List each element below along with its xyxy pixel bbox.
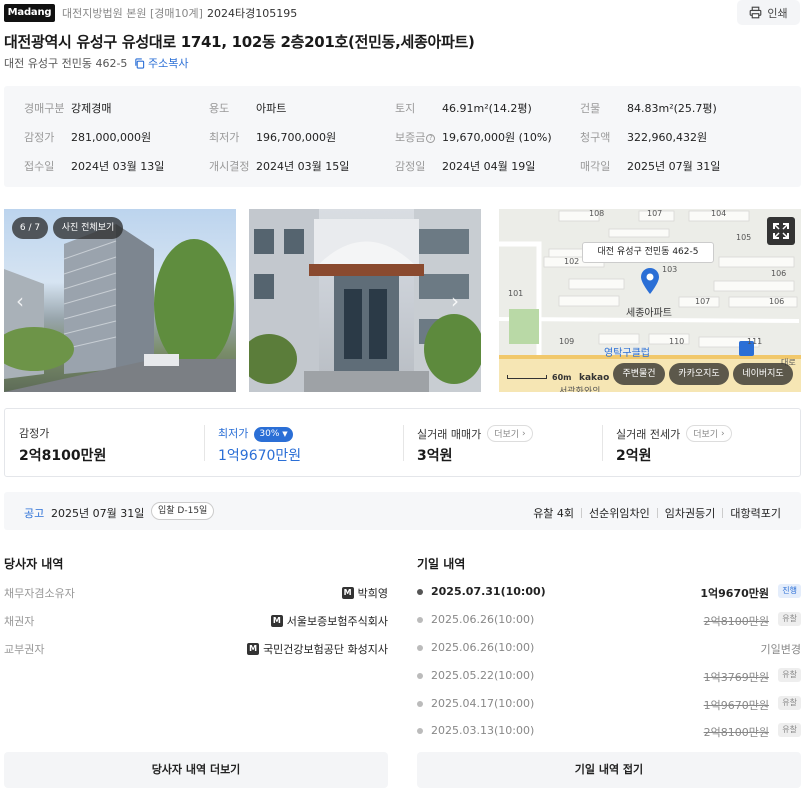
notice-bar: 공고 2025년 07월 31일 입찰 D-15일 유찰 4회 선순위임차인 임… xyxy=(4,492,801,530)
page-title: 대전광역시 유성구 유성대로 1741, 102동 2층201호(전민동,세종아… xyxy=(4,33,475,51)
price-sale: 실거래 매매가 더보기 › 3억원 xyxy=(403,409,602,476)
info-usage: 용도 아파트 xyxy=(209,102,287,115)
kakao-map-button[interactable]: 카카오지도 xyxy=(669,363,729,385)
tag-waiver: 대항력포기 xyxy=(730,507,781,520)
info-filed: 접수일 2024년 03월 13일 xyxy=(24,160,165,173)
map-label: 102 xyxy=(564,257,580,266)
case-info-panel: 경매구분 강제경매 용도 아파트 토지 46.91m²(14.2평) 건물 84.83m… xyxy=(4,86,801,187)
map-label: 107 xyxy=(695,297,711,306)
member-badge: M xyxy=(247,643,260,655)
case-number: 2024타경105195 xyxy=(207,7,298,20)
notice-date: 2025년 07월 31일 xyxy=(51,507,145,520)
history-row: 2025.03.13(10:00) 2억8100만원 유찰 xyxy=(417,723,801,739)
map-label: 109 xyxy=(559,337,575,346)
map-provider: kakao xyxy=(579,373,610,383)
location-map[interactable]: 대전 유성구 전민동 462-5 세종아파트 영탁구클럽 서광화와의 108 1… xyxy=(499,209,801,392)
status-badge: 진행 xyxy=(778,584,801,598)
map-scale-label: 60m xyxy=(552,373,572,382)
map-label: 103 xyxy=(662,265,678,274)
info-minimum: 최저가 196,700,000원 xyxy=(209,131,337,144)
status-badge: 유찰 xyxy=(778,723,801,737)
parties-title: 당사자 내역 xyxy=(4,557,64,571)
discount-badge: 30% ▼ xyxy=(254,426,293,442)
info-claim: 청구액 322,960,432원 xyxy=(580,131,708,144)
brand-logo[interactable]: Madang xyxy=(4,4,55,22)
copy-address-label: 주소복사 xyxy=(148,57,189,70)
info-deposit: 보증금? 19,670,000원 (10%) xyxy=(395,131,552,144)
court-name: 대전지방법원 본원 [경매10계] xyxy=(62,7,203,20)
map-callout: 대전 유성구 전민동 462-5 xyxy=(582,242,714,263)
property-photo-2[interactable]: › xyxy=(249,209,481,392)
history-collapse-button[interactable]: 기일 내역 접기 xyxy=(417,752,801,788)
info-auction-type: 경매구분 강제경매 xyxy=(24,102,112,115)
member-badge: M xyxy=(341,587,354,599)
map-label: 107 xyxy=(647,209,663,218)
lease-more-button[interactable]: 더보기 › xyxy=(686,425,732,442)
parties-more-button[interactable]: 당사자 내역 더보기 xyxy=(4,752,388,788)
photo-counter: 6 / 7 xyxy=(12,217,48,239)
price-minimum: 최저가 30% ▼ 1억9670만원 xyxy=(218,426,302,464)
location-pin-icon[interactable] xyxy=(639,267,661,295)
next-photo-icon[interactable]: › xyxy=(451,289,459,313)
history-row: 2025.05.22(10:00) 1억3769만원 유찰 xyxy=(417,668,801,684)
chevron-right-icon: › xyxy=(720,428,725,439)
status-badge: 유찰 xyxy=(778,696,801,710)
member-badge: M xyxy=(270,615,283,627)
history-row: 2025.07.31(10:00) 1억9670만원 진행 xyxy=(417,584,801,600)
notice-label: 공고 xyxy=(24,507,45,520)
map-label: 104 xyxy=(711,209,727,218)
info-appraisal: 감정가 281,000,000원 xyxy=(24,131,152,144)
history-row: 2025.06.26(10:00) 2억8100만원 유찰 xyxy=(417,612,801,628)
info-sale-date: 매각일 2025년 07월 31일 xyxy=(580,160,721,173)
case-tags: 유찰 4회 선순위임차인 임차권등기 대항력포기 xyxy=(533,505,781,521)
history-row: 2025.06.26(10:00) 기일변경 xyxy=(417,641,801,656)
info-appraisal-date: 감정일 2024년 04월 19일 xyxy=(395,160,536,173)
history-title: 기일 내역 xyxy=(417,557,466,571)
nearby-items-button[interactable]: 주변물건 xyxy=(613,363,665,385)
tag-senior-tenant: 선순위임차인 xyxy=(589,507,650,520)
info-land: 토지 46.91m²(14.2평) xyxy=(395,102,532,115)
map-label: 106 xyxy=(769,297,785,306)
map-label: 108 xyxy=(589,209,605,218)
fullscreen-icon[interactable] xyxy=(767,217,795,245)
map-label: 105 xyxy=(736,233,752,242)
prev-photo-icon[interactable]: ‹ xyxy=(16,289,24,313)
map-label: 111 xyxy=(747,337,763,346)
property-photo-1[interactable]: 6 / 7 사진 전체보기 ‹ xyxy=(4,209,236,392)
chevron-down-icon: ▼ xyxy=(282,430,288,438)
printer-icon xyxy=(750,6,762,19)
info-building: 건물 84.83m²(25.7평) xyxy=(580,102,717,115)
map-poi-2: 서광화와의 xyxy=(559,387,601,392)
dday-badge: 입찰 D-15일 xyxy=(151,502,215,520)
status-badge: 유찰 xyxy=(778,668,801,682)
copy-icon xyxy=(135,57,145,69)
photo-2-illustration xyxy=(249,209,481,392)
view-all-photos-button[interactable]: 사진 전체보기 xyxy=(53,217,123,239)
copy-address-button[interactable]: 주소복사 xyxy=(134,55,188,71)
info-commence: 개시결정 2024년 03월 15일 xyxy=(209,160,350,173)
map-label: 106 xyxy=(771,269,787,278)
lot-address: 대전 유성구 전민동 462-5 xyxy=(4,57,128,70)
map-poi: 영탁구클럽 xyxy=(604,348,650,359)
naver-map-button[interactable]: 네이버지도 xyxy=(733,363,793,385)
map-label: 110 xyxy=(669,337,685,346)
price-appraisal: 감정가 2억8100만원 xyxy=(19,427,107,464)
history-row: 2025.04.17(10:00) 1억9670만원 유찰 xyxy=(417,696,801,712)
map-scale-bar xyxy=(507,375,547,379)
price-lease: 실거래 전세가 더보기 › 2억원 xyxy=(602,409,801,476)
help-icon[interactable]: ? xyxy=(426,134,436,143)
map-label: 101 xyxy=(508,289,524,298)
tag-lease-registration: 임차권등기 xyxy=(664,507,716,520)
print-button[interactable]: 인쇄 xyxy=(737,0,800,25)
sale-more-button[interactable]: 더보기 › xyxy=(487,425,533,442)
chevron-right-icon: › xyxy=(521,428,526,439)
map-place-name: 세종아파트 xyxy=(626,308,672,319)
price-summary: 감정가 2억8100만원 최저가 30% ▼ 1억9670만원 실거래 매매가 더보… xyxy=(4,408,801,477)
print-label: 인쇄 xyxy=(767,6,788,20)
status-badge: 유찰 xyxy=(778,612,801,626)
tag-failed-count: 유찰 4회 xyxy=(533,507,575,520)
